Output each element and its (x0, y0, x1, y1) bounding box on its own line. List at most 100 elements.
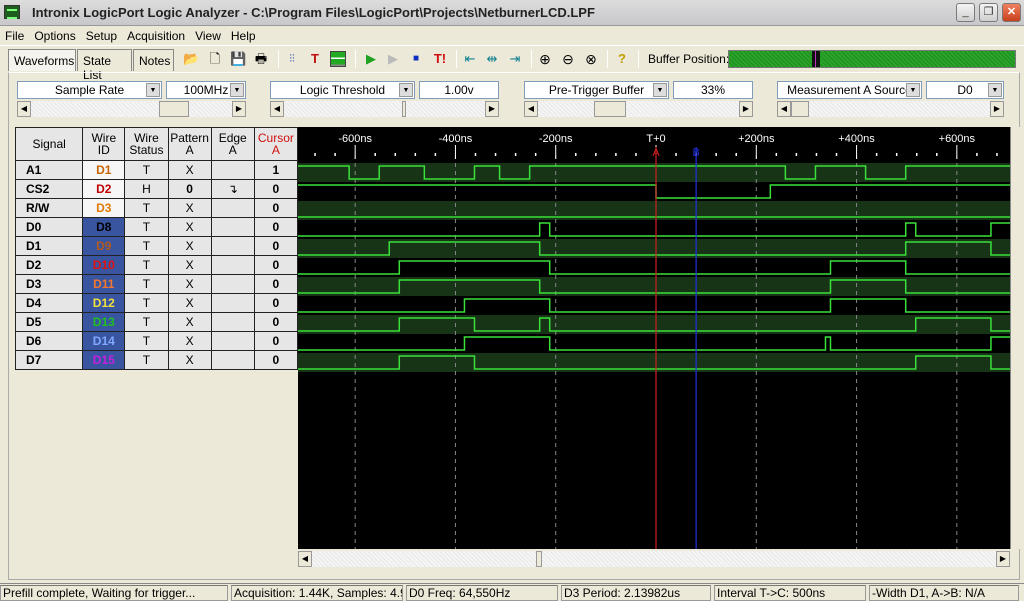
buffer-position-marker[interactable] (812, 51, 821, 67)
pattern-a[interactable]: X (167, 160, 212, 180)
wire-id[interactable]: D1 (82, 160, 126, 180)
wire-status[interactable]: T (124, 274, 169, 294)
wire-id[interactable]: D14 (82, 331, 126, 351)
help-icon[interactable]: ? (614, 51, 630, 67)
cursor-a-value[interactable]: 0 (253, 350, 299, 370)
wire-id[interactable]: D8 (82, 217, 126, 237)
signal-name[interactable]: D3 (14, 274, 84, 294)
chevron-down-icon[interactable]: ▼ (146, 83, 160, 97)
pattern-a[interactable]: X (167, 236, 212, 256)
signal-row[interactable]: R/W D3 T X 0 (14, 198, 299, 218)
measurement-a-source-select[interactable]: Measurement A Source ▼ (777, 81, 922, 99)
signal-name[interactable]: D2 (14, 255, 84, 275)
cursor-a-value[interactable]: 0 (253, 331, 299, 351)
slider-thumb[interactable] (159, 101, 190, 117)
scroll-left-icon[interactable]: ◀ (777, 101, 791, 117)
waveform-display[interactable]: -600ns -400ns -200ns T+0 +200ns +400ns +600ns A… (298, 127, 1010, 549)
chevron-down-icon[interactable]: ▼ (988, 83, 1002, 97)
pre-trigger-buffer-select[interactable]: Pre-Trigger Buffer ▼ (524, 81, 669, 99)
signal-row[interactable]: D7 D15 T X 0 (14, 350, 299, 370)
minimize-button[interactable]: _ (956, 3, 975, 22)
display-settings-icon[interactable] (330, 51, 346, 67)
sample-rate-select[interactable]: Sample Rate ▼ (17, 81, 162, 99)
tab-notes[interactable]: Notes (133, 49, 174, 71)
edge-a[interactable] (210, 350, 255, 370)
signal-row[interactable]: D0 D8 T X 0 (14, 217, 299, 237)
cursor-a-value[interactable]: 0 (253, 236, 299, 256)
signal-row[interactable]: CS2 D2 H 0 ↴ 0 (14, 179, 299, 199)
chevron-down-icon[interactable]: ▼ (906, 83, 920, 97)
pattern-a[interactable]: X (167, 255, 212, 275)
zoom-fit-icon[interactable]: ⊗ (583, 51, 599, 67)
pattern-a[interactable]: X (167, 293, 212, 313)
header-cursor-a[interactable]: Cursor A (253, 127, 299, 161)
wire-id[interactable]: D15 (82, 350, 126, 370)
cursor-a-value[interactable]: 0 (253, 179, 299, 199)
waveform-scrollbar[interactable]: ◀ ▶ (298, 551, 1010, 567)
header-pattern-a[interactable]: Pattern A (167, 127, 212, 161)
edge-a[interactable] (210, 217, 255, 237)
pre-trigger-buffer-value[interactable]: 33% (673, 81, 753, 99)
edge-a[interactable] (210, 312, 255, 332)
scroll-left-icon[interactable]: ◀ (524, 101, 538, 117)
signal-name[interactable]: CS2 (14, 179, 84, 199)
print-icon[interactable]: 🖶 (253, 51, 269, 67)
edge-a[interactable]: ↴ (210, 179, 255, 199)
signal-row[interactable]: D3 D11 T X 0 (14, 274, 299, 294)
header-wire-status[interactable]: Wire Status (124, 127, 169, 161)
scroll-left-icon[interactable]: ◀ (298, 551, 312, 567)
wire-status[interactable]: T (124, 293, 169, 313)
goto-trigger-icon[interactable]: ⇹ (484, 51, 500, 67)
pattern-a[interactable]: X (167, 312, 212, 332)
header-wire-id[interactable]: Wire ID (82, 127, 126, 161)
logic-threshold-value[interactable]: 1.00v (419, 81, 499, 99)
scroll-right-icon[interactable]: ▶ (485, 101, 499, 117)
signal-name[interactable]: R/W (14, 198, 84, 218)
wire-id[interactable]: D10 (82, 255, 126, 275)
edge-a[interactable] (210, 160, 255, 180)
wire-id[interactable]: D2 (82, 179, 126, 199)
signal-row[interactable]: D5 D13 T X 0 (14, 312, 299, 332)
edge-a[interactable] (210, 198, 255, 218)
cursor-a-value[interactable]: 0 (253, 217, 299, 237)
scroll-left-icon[interactable]: ◀ (17, 101, 31, 117)
wire-status[interactable]: T (124, 236, 169, 256)
wire-status[interactable]: T (124, 198, 169, 218)
signal-row[interactable]: D4 D12 T X 0 (14, 293, 299, 313)
menu-file[interactable]: File (0, 27, 29, 45)
force-trigger-icon[interactable]: T! (430, 51, 450, 67)
menu-setup[interactable]: Setup (81, 27, 122, 45)
scroll-right-icon[interactable]: ▶ (739, 101, 753, 117)
cursor-a-value[interactable]: 0 (253, 274, 299, 294)
edge-a[interactable] (210, 236, 255, 256)
buffer-position-bar[interactable] (728, 50, 1016, 68)
menu-view[interactable]: View (190, 27, 226, 45)
scrollbar-thumb[interactable] (535, 551, 542, 567)
goto-start-icon[interactable]: ⇤ (462, 51, 478, 67)
scroll-right-icon[interactable]: ▶ (232, 101, 246, 117)
sample-rate-slider[interactable]: ◀ ▶ (17, 101, 246, 117)
signal-name[interactable]: D4 (14, 293, 84, 313)
save-icon[interactable]: 💾 (230, 51, 246, 67)
wire-id[interactable]: D3 (82, 198, 126, 218)
pattern-a[interactable]: X (167, 350, 212, 370)
trigger-icon[interactable]: T (307, 51, 323, 67)
pattern-a[interactable]: X (167, 331, 212, 351)
close-button[interactable]: ✕ (1002, 3, 1021, 22)
signal-name[interactable]: D1 (14, 236, 84, 256)
channels-icon[interactable]: ⫶⫶ (284, 51, 300, 67)
header-edge-a[interactable]: Edge A (210, 127, 255, 161)
tab-state-list[interactable]: State List (77, 49, 132, 82)
wire-status[interactable]: T (124, 217, 169, 237)
edge-a[interactable] (210, 274, 255, 294)
wire-status[interactable]: T (124, 331, 169, 351)
single-run-icon[interactable]: ▶ (385, 51, 401, 67)
signal-name[interactable]: D7 (14, 350, 84, 370)
pattern-a[interactable]: X (167, 274, 212, 294)
sample-rate-value[interactable]: 100MHz ▼ (166, 81, 246, 99)
chevron-down-icon[interactable]: ▼ (653, 83, 667, 97)
signal-row[interactable]: A1 D1 T X 1 (14, 160, 299, 180)
wire-status[interactable]: T (124, 160, 169, 180)
chevron-down-icon[interactable]: ▼ (230, 83, 244, 97)
wire-id[interactable]: D13 (82, 312, 126, 332)
